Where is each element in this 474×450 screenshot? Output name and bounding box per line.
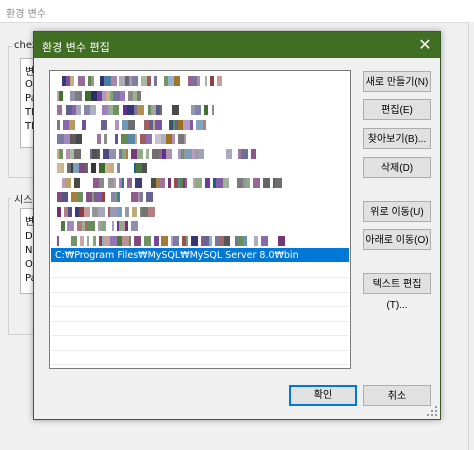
empty-row-divider bbox=[51, 277, 349, 278]
list-item[interactable] bbox=[51, 161, 349, 175]
move-down-button[interactable]: 아래로 이동(O) bbox=[363, 229, 431, 250]
system-variables-group-label: 시스 bbox=[12, 191, 35, 206]
empty-row-divider bbox=[51, 291, 349, 293]
empty-row-divider bbox=[51, 335, 349, 336]
list-item[interactable] bbox=[51, 103, 349, 117]
list-item[interactable] bbox=[51, 219, 349, 233]
move-up-button[interactable]: 위로 이동(U) bbox=[363, 201, 431, 222]
path-item-label: C:₩Program Files₩MySQL₩MySQL Server 8.0₩… bbox=[55, 250, 299, 261]
list-item[interactable] bbox=[51, 89, 349, 103]
empty-row-divider bbox=[51, 349, 349, 351]
edit-env-variable-dialog: 환경 변수 편집 ✕ C:₩Program Files₩MySQL₩MySQL … bbox=[33, 31, 441, 420]
dialog-title: 환경 변수 편집 bbox=[42, 41, 110, 54]
path-list[interactable]: C:₩Program Files₩MySQL₩MySQL Server 8.0₩… bbox=[49, 70, 351, 369]
parent-window-titlebar: 환경 변수 bbox=[0, 0, 474, 23]
edit-button[interactable]: 편집(E) bbox=[363, 99, 431, 120]
ok-button[interactable]: 확인 bbox=[289, 385, 357, 406]
close-icon[interactable]: ✕ bbox=[410, 32, 440, 58]
list-item[interactable] bbox=[51, 205, 349, 219]
edit-text-button[interactable]: 텍스트 편집(T)... bbox=[363, 273, 431, 311]
empty-row-divider bbox=[51, 306, 349, 307]
list-item[interactable] bbox=[51, 132, 349, 146]
resize-grip-icon[interactable] bbox=[427, 406, 437, 416]
list-item[interactable] bbox=[51, 190, 349, 204]
new-button[interactable]: 새로 만들기(N) bbox=[363, 71, 431, 92]
delete-button[interactable]: 삭제(D) bbox=[363, 157, 431, 178]
empty-row-divider bbox=[51, 364, 349, 365]
list-item[interactable] bbox=[51, 118, 349, 132]
list-item[interactable]: C:₩Program Files₩MySQL₩MySQL Server 8.0₩… bbox=[51, 248, 349, 262]
list-item[interactable] bbox=[51, 74, 349, 88]
list-item[interactable] bbox=[51, 147, 349, 161]
browse-button[interactable]: 찾아보기(B)... bbox=[363, 128, 431, 149]
list-item[interactable] bbox=[51, 234, 349, 248]
dialog-titlebar[interactable]: 환경 변수 편집 ✕ bbox=[34, 32, 440, 58]
parent-window-title: 환경 변수 bbox=[6, 9, 46, 20]
parent-window-edge bbox=[468, 22, 474, 450]
cancel-button[interactable]: 취소 bbox=[363, 385, 431, 406]
empty-row-divider bbox=[51, 320, 349, 322]
list-item[interactable] bbox=[51, 176, 349, 190]
